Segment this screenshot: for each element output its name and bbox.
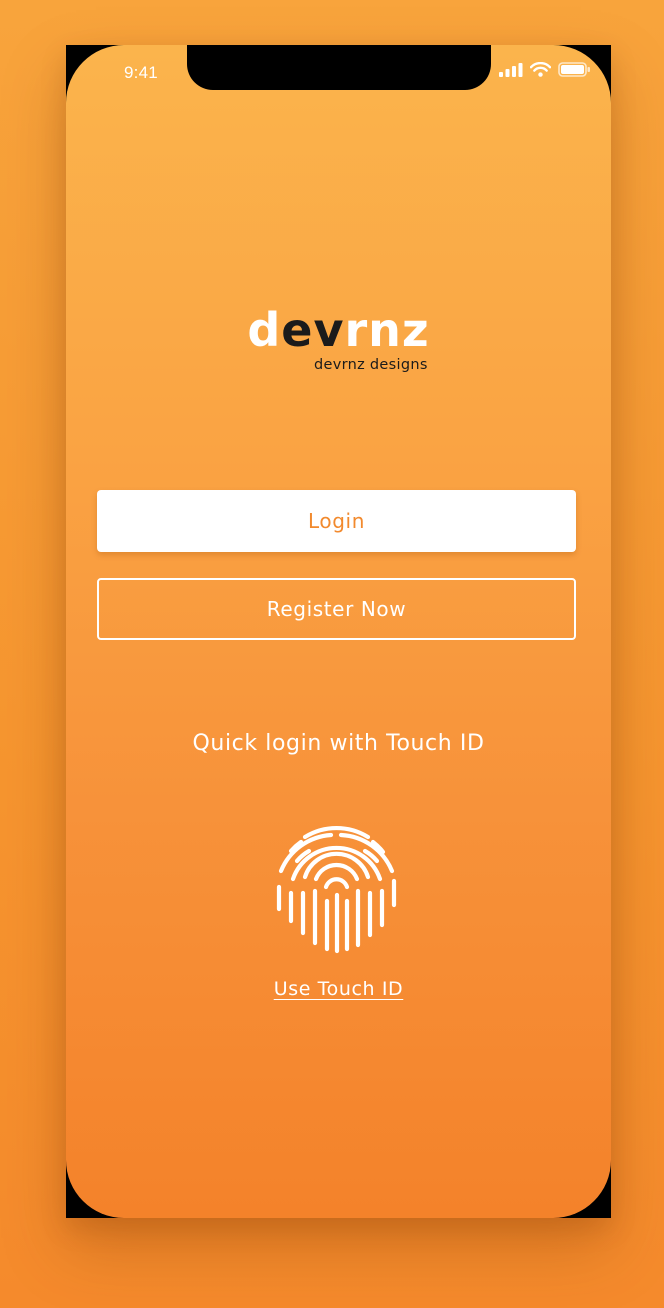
login-button[interactable]: Login — [97, 490, 576, 552]
brand-logo: devrnz devrnz designs — [66, 307, 611, 373]
brand-tagline: devrnz designs — [314, 357, 428, 373]
wordmark-part-light-end: rnz — [344, 303, 430, 357]
wifi-icon — [530, 62, 551, 77]
cellular-signal-icon — [499, 62, 523, 77]
use-touch-id-link[interactable]: Use Touch ID — [66, 978, 611, 1000]
status-icons — [499, 62, 591, 77]
status-time: 9:41 — [124, 63, 158, 82]
wordmark-part-light: d — [247, 303, 282, 357]
device-notch — [187, 45, 491, 90]
wordmark-part-dark: ev — [281, 303, 345, 357]
register-now-button[interactable]: Register Now — [97, 578, 576, 640]
fingerprint-icon[interactable] — [269, 821, 404, 956]
phone-frame: 9:41 devrnz devrnz designs Login Registe… — [66, 45, 611, 1218]
app-screen: 9:41 devrnz devrnz designs Login Registe… — [66, 45, 611, 1218]
touch-id-prompt: Quick login with Touch ID — [192, 731, 485, 756]
battery-icon — [558, 62, 590, 77]
brand-wordmark: devrnz — [247, 307, 429, 353]
